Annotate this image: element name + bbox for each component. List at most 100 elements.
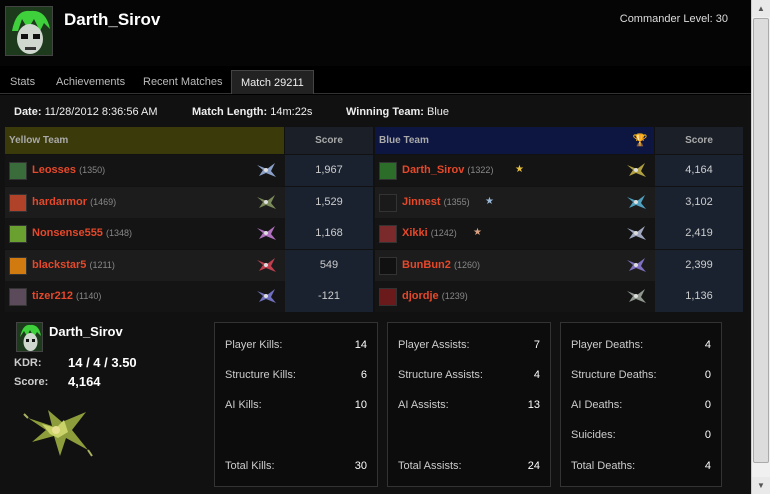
profile-header: Darth_Sirov Commander Level: 30 <box>0 0 770 66</box>
total-assists-value: 24 <box>527 460 540 472</box>
player-rating: (1355) <box>443 196 470 207</box>
player-avatar <box>379 193 397 212</box>
player-rating: (1348) <box>106 228 133 238</box>
ai-kills-value: 10 <box>354 399 367 411</box>
table-row[interactable]: Xikki (1242) ★ 2,419 <box>375 218 743 249</box>
blue-score-header: Score <box>655 127 743 154</box>
table-row[interactable]: Nonsense555 (1348) 1,168 <box>5 218 373 249</box>
player-assists-value: 7 <box>533 339 540 351</box>
commander-level-label: Commander Level: <box>619 13 713 25</box>
player-name-link[interactable]: BunBun2 <box>402 259 451 271</box>
player-avatar <box>379 256 397 275</box>
player-kills-value: 14 <box>354 339 367 351</box>
total-assists-stat: Total Assists: 24 <box>398 460 540 476</box>
yellow-team-header: Yellow Team <box>5 127 284 154</box>
player-name-link[interactable]: blackstar5 <box>32 259 86 271</box>
total-kills-stat: Total Kills: 30 <box>225 460 367 476</box>
player-cell: BunBun2 (1260) <box>402 250 480 281</box>
player-name-link[interactable]: Xikki <box>402 227 428 239</box>
ship-icon <box>23 410 93 457</box>
player-kills-stat: Player Kills: 14 <box>225 339 367 355</box>
player-rating: (1350) <box>79 165 106 175</box>
player-score: -121 <box>285 281 373 312</box>
player-name-link[interactable]: tizer212 <box>32 290 73 302</box>
player-rating: (1260) <box>453 259 480 270</box>
player-name-link[interactable]: Nonsense555 <box>32 227 103 239</box>
ai-deaths-value: 0 <box>704 399 711 411</box>
ai-assists-value: 13 <box>527 399 540 411</box>
match-length-label: Match Length: <box>192 106 268 118</box>
winning-team-label: Winning Team: <box>346 106 424 118</box>
ai-assists-label: AI Assists: <box>398 399 449 411</box>
tab-achievements[interactable]: Achievements <box>47 70 134 94</box>
ship-icon <box>255 287 277 305</box>
player-avatar <box>9 193 27 212</box>
tab-stats[interactable]: Stats <box>1 70 44 94</box>
ship-icon <box>625 224 647 242</box>
total-assists-label: Total Assists: <box>398 460 462 472</box>
total-deaths-value: 4 <box>704 460 711 472</box>
table-row[interactable]: hardarmor (1469) 1,529 <box>5 186 373 218</box>
winning-team-value: Blue <box>426 106 450 118</box>
player-name-link[interactable]: Leosses <box>32 164 76 176</box>
player-kills-label: Player Kills: <box>225 339 283 351</box>
player-assists-label: Player Assists: <box>398 339 470 351</box>
structure-kills-stat: Structure Kills: 6 <box>225 369 367 385</box>
rank-badge-icon: ★ <box>515 164 524 175</box>
player-score: 2,419 <box>655 218 743 249</box>
player-name-link[interactable]: Jinnest <box>402 196 441 208</box>
table-row[interactable]: blackstar5 (1211) 549 <box>5 249 373 281</box>
date-value: 11/28/2012 8:36:56 AM <box>44 106 158 118</box>
commander-level-value: 30 <box>715 13 728 25</box>
structure-assists-stat: Structure Assists: 4 <box>398 369 540 385</box>
player-avatar <box>9 288 27 306</box>
ship-icon <box>625 256 647 274</box>
player-rating: (1242) <box>430 228 457 238</box>
player-deaths-stat: Player Deaths: 4 <box>571 339 711 355</box>
player-cell: Jinnest (1355) <box>402 187 470 218</box>
player-avatar <box>379 162 397 180</box>
player-avatar <box>9 225 27 243</box>
player-cell: Darth_Sirov (1322) <box>402 155 493 186</box>
kdr-value: 14 / 4 / 3.50 <box>68 355 137 370</box>
player-cell: tizer212 (1140) <box>32 281 101 312</box>
player-cell: blackstar5 (1211) <box>32 250 115 281</box>
player-name-link[interactable]: djordje <box>402 290 439 302</box>
player-name: Darth_Sirov <box>64 10 161 29</box>
player-name-link[interactable]: Darth_Sirov <box>402 164 464 176</box>
tab-match[interactable]: Match 29211 <box>231 70 314 94</box>
summary-avatar <box>16 322 43 352</box>
scroll-thumb[interactable] <box>753 18 769 463</box>
assists-box: Player Assists: 7 Structure Assists: 4 AI … <box>387 322 551 487</box>
structure-kills-value: 6 <box>360 369 367 381</box>
total-kills-value: 30 <box>354 460 367 472</box>
total-deaths-stat: Total Deaths: 4 <box>571 460 711 476</box>
scroll-down-arrow-icon[interactable]: ▼ <box>752 477 770 494</box>
table-row[interactable]: Jinnest (1355) ★ 3,102 <box>375 186 743 218</box>
match-length-value: 14m:22s <box>270 106 313 118</box>
score-value: 4,164 <box>68 374 101 389</box>
table-row[interactable]: BunBun2 (1260) 2,399 <box>375 249 743 281</box>
ai-kills-stat: AI Kills: 10 <box>225 399 367 415</box>
player-cell: Leosses (1350) <box>32 155 105 186</box>
table-row[interactable]: tizer212 (1140) -121 <box>5 281 373 312</box>
structure-deaths-stat: Structure Deaths: 0 <box>571 369 711 385</box>
player-score: 2,399 <box>655 249 743 281</box>
vertical-scrollbar[interactable]: ▲ ▼ <box>751 0 770 494</box>
player-cell: djordje (1239) <box>402 281 468 312</box>
scroll-up-arrow-icon[interactable]: ▲ <box>752 0 770 17</box>
commander-level: Commander Level: 30 <box>620 13 728 25</box>
table-row[interactable]: Darth_Sirov (1322) ★ 4,164 <box>375 155 743 186</box>
player-rating: (1140) <box>76 291 102 301</box>
player-score: 1,136 <box>655 281 743 312</box>
yellow-score-header: Score <box>285 127 373 154</box>
tab-recent-matches[interactable]: Recent Matches <box>134 70 231 94</box>
ship-icon <box>255 193 277 211</box>
total-kills-label: Total Kills: <box>225 460 275 472</box>
ship-icon <box>255 256 277 274</box>
player-avatar <box>9 256 27 275</box>
player-name-link[interactable]: hardarmor <box>32 196 87 208</box>
table-row[interactable]: djordje (1239) 1,136 <box>375 281 743 312</box>
table-row[interactable]: Leosses (1350) 1,967 <box>5 155 373 186</box>
structure-deaths-label: Structure Deaths: <box>571 369 657 381</box>
